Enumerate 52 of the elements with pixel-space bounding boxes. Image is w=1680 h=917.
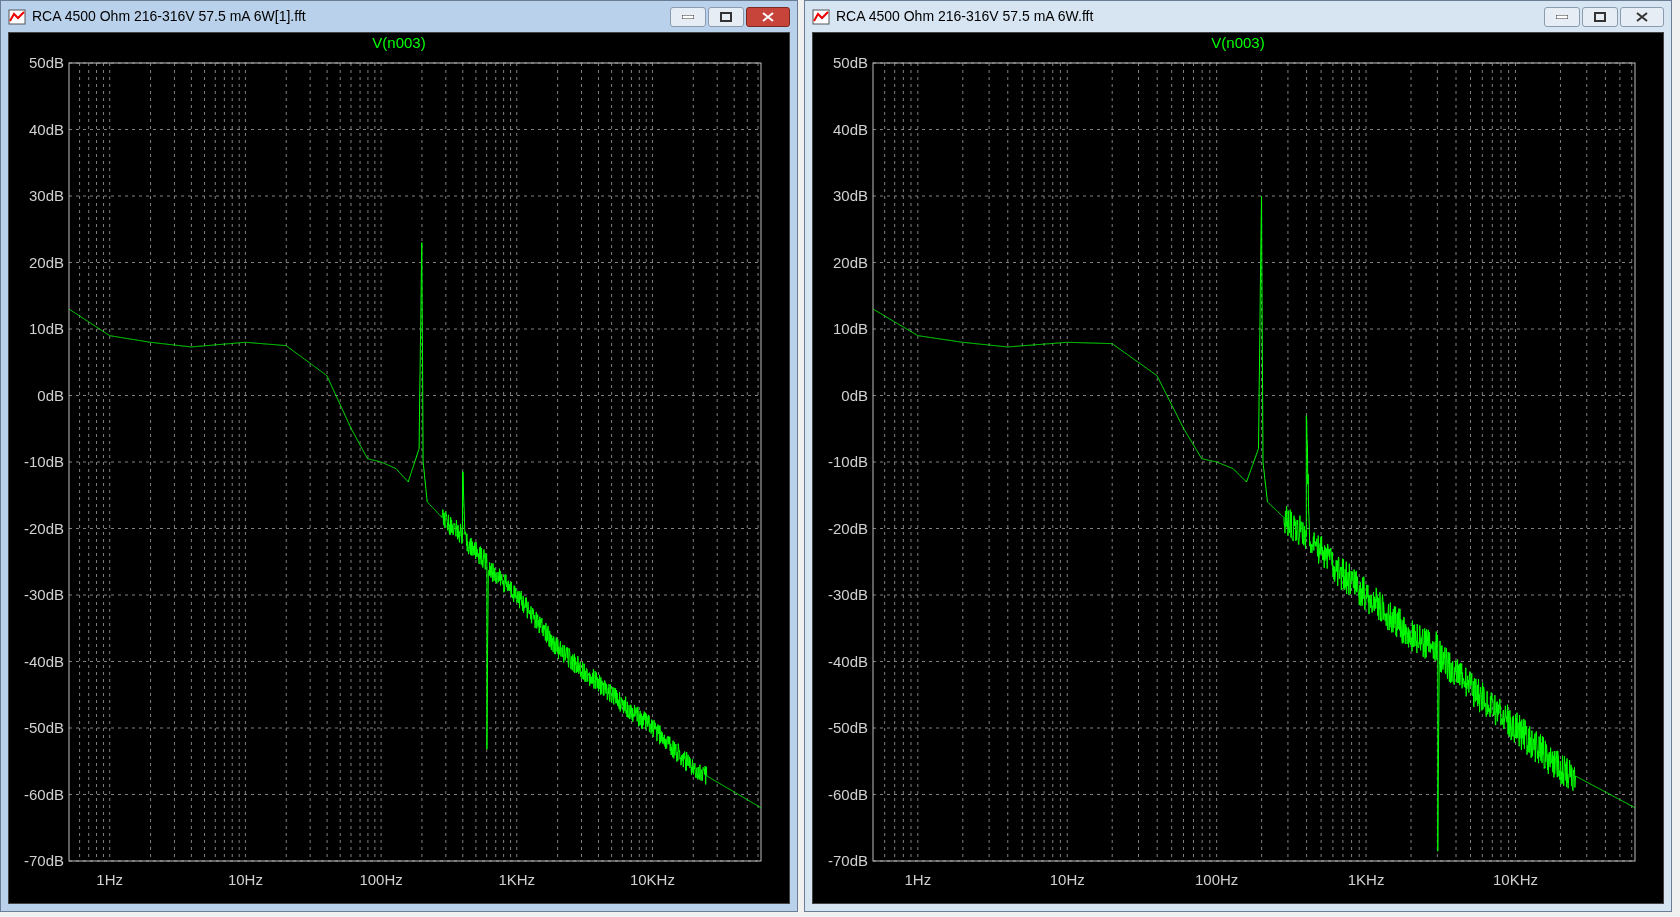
axis-tick-label: -30dB	[23, 586, 64, 603]
axis-tick-label: 10dB	[28, 320, 64, 337]
trace-label[interactable]: V(n003)	[1211, 33, 1265, 53]
axis-tick-label: 1KHz	[498, 871, 536, 888]
axis-tick-label: -30dB	[827, 586, 868, 603]
axis-tick-label: 0dB	[37, 386, 64, 404]
axis-tick-label: 100Hz	[1194, 871, 1239, 888]
axis-tick-label: -60dB	[827, 785, 868, 803]
axis-tick-label: 50dB	[28, 54, 64, 71]
axis-tick-label: -60dB	[23, 785, 64, 803]
axis-tick-label: -10dB	[827, 453, 868, 470]
axis-tick-label: -70dB	[827, 852, 868, 869]
axis-tick-label: 40dB	[832, 120, 868, 138]
axis-tick-label: 10dB	[832, 320, 868, 337]
close-icon	[762, 11, 774, 22]
axis-tick-label: 10Hz	[1049, 871, 1085, 888]
axis-tick-label: -20dB	[827, 519, 868, 537]
close-icon	[1636, 11, 1648, 22]
minimize-icon	[682, 14, 694, 19]
maximize-button[interactable]	[708, 6, 744, 27]
axis-tick-label: -50dB	[23, 719, 64, 736]
chart-icon[interactable]	[8, 8, 26, 25]
restore-icon	[1594, 11, 1606, 22]
axis-tick-label: 10KHz	[629, 871, 675, 888]
axis-tick-label: 1Hz	[904, 871, 932, 888]
axis-tick-label: -10dB	[23, 453, 64, 470]
axis-tick-label: 40dB	[28, 120, 64, 138]
minimize-icon	[1556, 14, 1568, 19]
axis-tick-label: 50dB	[832, 54, 868, 71]
chart-icon[interactable]	[812, 8, 830, 25]
axis-tick-label: -40dB	[23, 652, 64, 670]
restore-icon	[720, 11, 732, 22]
axis-tick-label: 0dB	[841, 386, 868, 404]
axis-tick-label: -40dB	[827, 652, 868, 670]
maximize-button[interactable]	[1582, 6, 1618, 27]
close-button[interactable]	[1620, 6, 1664, 27]
axis-tick-label: 10Hz	[227, 871, 263, 888]
window-title: RCA 4500 Ohm 216-316V 57.5 mA 6W.fft	[836, 7, 1095, 26]
axis-tick-label: 10KHz	[1492, 871, 1538, 888]
window-title: RCA 4500 Ohm 216-316V 57.5 mA 6W[1].fft	[32, 7, 307, 26]
axis-tick-label: 1KHz	[1347, 871, 1385, 888]
axis-tick-label: -50dB	[827, 719, 868, 736]
axis-tick-label: 20dB	[832, 253, 868, 271]
axis-tick-label: 30dB	[832, 187, 868, 204]
close-button[interactable]	[746, 6, 790, 27]
trace-label[interactable]: V(n003)	[372, 33, 426, 53]
axis-tick-label: 100Hz	[359, 871, 403, 888]
axis-tick-label: 20dB	[28, 253, 64, 271]
axis-tick-label: 1Hz	[96, 871, 124, 888]
axis-tick-label: -20dB	[23, 519, 64, 537]
axis-tick-label: 30dB	[28, 187, 64, 204]
axis-tick-label: -70dB	[23, 852, 64, 869]
